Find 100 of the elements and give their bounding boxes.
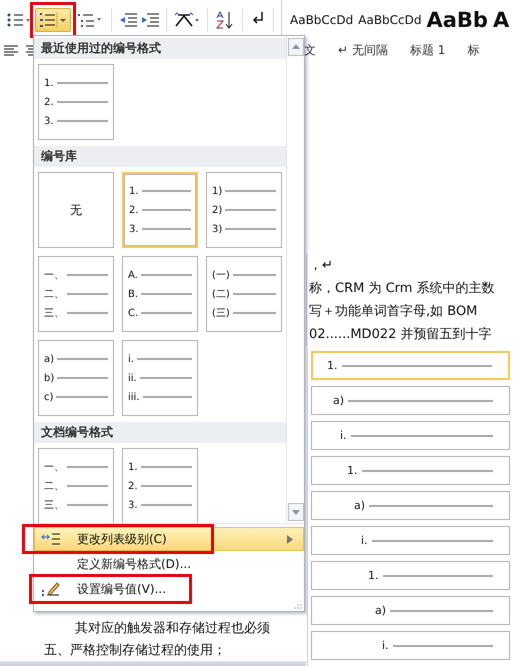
menu-item[interactable]: 定义新编号格式(D)... <box>34 552 304 576</box>
list-marker: 1. <box>128 462 138 472</box>
placeholder-line <box>67 274 108 276</box>
placeholder-line <box>142 209 191 211</box>
list-marker: a) <box>333 394 344 407</box>
menu-item[interactable]: 更改列表级别(C) <box>34 527 304 551</box>
list-marker: 一、 <box>44 461 64 474</box>
numbering-format-tile[interactable]: 1. 2. 3. <box>122 448 198 524</box>
placeholder-line <box>225 190 276 192</box>
style-preview[interactable]: AaBb <box>426 8 488 32</box>
align-center-icon[interactable] <box>26 45 34 57</box>
placeholder-line <box>232 293 276 295</box>
placeholder-line <box>56 101 108 103</box>
pencil-list-icon <box>41 581 61 597</box>
list-marker: 2) <box>212 204 222 216</box>
placeholder-line <box>232 312 276 314</box>
multilevel-list-icon <box>76 12 104 28</box>
list-level-option[interactable]: i. <box>311 421 510 450</box>
list-marker: a) <box>44 354 54 364</box>
list-marker: 3. <box>128 500 138 510</box>
document-text: 写＋功能单词首字母,如 BOM <box>309 303 478 321</box>
align-left-icon[interactable] <box>4 45 18 57</box>
list-level-option[interactable]: 1. <box>311 456 510 485</box>
numbering-format-tile[interactable]: A. B. C. <box>122 256 198 332</box>
numbering-format-tile[interactable]: i. ii. iii. <box>122 340 198 416</box>
list-marker: 三、 <box>44 307 64 320</box>
style-name[interactable]: ↵ 无间隔 <box>338 42 388 59</box>
list-marker: b) <box>44 372 54 384</box>
list-marker: 1. <box>368 569 378 582</box>
numbering-format-tile[interactable]: 1. 2. 3. <box>122 172 198 248</box>
style-preview[interactable]: AaBbCcDd <box>358 13 422 27</box>
list-marker: a) <box>354 499 366 512</box>
placeholder-line <box>67 466 108 468</box>
list-marker: C. <box>128 308 138 318</box>
section-header: 编号库 <box>34 146 286 167</box>
numbering-format-tile[interactable]: 一、 二、 三、 <box>38 256 114 332</box>
placeholder-line <box>140 377 192 379</box>
list-marker: 3) <box>212 224 222 234</box>
increase-indent-icon <box>141 13 159 27</box>
list-marker: (二) <box>212 288 230 301</box>
list-marker: 一、 <box>44 269 64 282</box>
list-level-option[interactable]: a) <box>311 386 510 415</box>
placeholder-line <box>67 312 108 314</box>
list-marker: i. <box>340 429 347 442</box>
menu-item[interactable]: 设置编号值(V)... <box>34 577 304 601</box>
section-header: 最近使用过的编号格式 <box>34 38 286 59</box>
style-preview[interactable]: AaBbCcDd <box>290 13 354 27</box>
numbering-button[interactable] <box>35 8 71 32</box>
decrease-indent-icon <box>119 13 137 27</box>
list-marker: 2. <box>44 96 54 108</box>
document-text: 其对应的触发器和存储过程也必须 <box>75 620 270 638</box>
list-level-option[interactable]: i. <box>311 631 510 660</box>
scroll-up-icon[interactable] <box>288 38 304 56</box>
list-marker: 1. <box>129 186 139 196</box>
resize-grip-icon[interactable] <box>294 603 302 609</box>
numbered-list-icon <box>38 12 68 28</box>
list-marker: 三、 <box>44 499 64 512</box>
list-marker: 2. <box>129 204 139 216</box>
style-name[interactable]: 文 <box>304 42 316 59</box>
style-name[interactable]: 标题 1 <box>410 42 446 59</box>
list-level-option[interactable]: a) <box>311 596 510 625</box>
list-level-option[interactable]: i. <box>311 526 510 555</box>
list-marker: 1) <box>212 186 222 196</box>
list-marker: i. <box>382 639 389 652</box>
list-level-icon <box>41 533 61 545</box>
placeholder-line <box>67 504 108 506</box>
list-marker: ii. <box>128 372 137 384</box>
numbering-format-tile[interactable]: (一) (二) (三) <box>206 256 282 332</box>
placeholder-line <box>141 293 192 295</box>
style-name[interactable]: 标 <box>467 42 480 59</box>
text-layout-icon <box>174 12 200 28</box>
placeholder-line <box>142 396 192 398</box>
document-text: 称，CRM 为 Crm 系统中的主数 <box>309 280 495 298</box>
numbering-format-tile[interactable]: 1. 2. 3. <box>38 64 114 140</box>
numbering-format-tile[interactable]: 1) 2) 3) <box>206 172 282 248</box>
document-text: ，↵ <box>309 257 333 275</box>
numbering-format-tile[interactable]: 无 <box>38 172 114 248</box>
list-marker: B. <box>128 288 138 300</box>
list-level-option[interactable]: 1. <box>311 561 510 590</box>
placeholder-line <box>142 228 191 230</box>
numbering-format-tile[interactable]: 一、 二、 三、 <box>38 448 114 524</box>
style-preview[interactable]: A <box>492 8 510 32</box>
placeholder-line <box>140 485 192 487</box>
list-level-option[interactable]: 1. <box>311 351 510 380</box>
scroll-down-icon[interactable] <box>288 503 304 521</box>
scrollbar[interactable] <box>286 36 304 523</box>
list-marker: 二、 <box>44 480 64 493</box>
list-marker: i. <box>128 354 134 364</box>
list-marker: a) <box>375 604 386 617</box>
placeholder-line <box>142 190 191 192</box>
placeholder-line <box>232 274 276 276</box>
list-marker: A. <box>128 270 138 280</box>
document-text: 五、严格控制存储过程的使用； <box>44 642 226 660</box>
placeholder-line <box>136 358 192 360</box>
list-marker: 二、 <box>44 288 64 301</box>
placeholder-line <box>57 358 108 360</box>
list-level-option[interactable]: a) <box>311 491 510 520</box>
list-marker: 1. <box>44 78 54 88</box>
numbering-format-tile[interactable]: a) b) c) <box>38 340 114 416</box>
section-header: 文档编号格式 <box>34 422 286 443</box>
